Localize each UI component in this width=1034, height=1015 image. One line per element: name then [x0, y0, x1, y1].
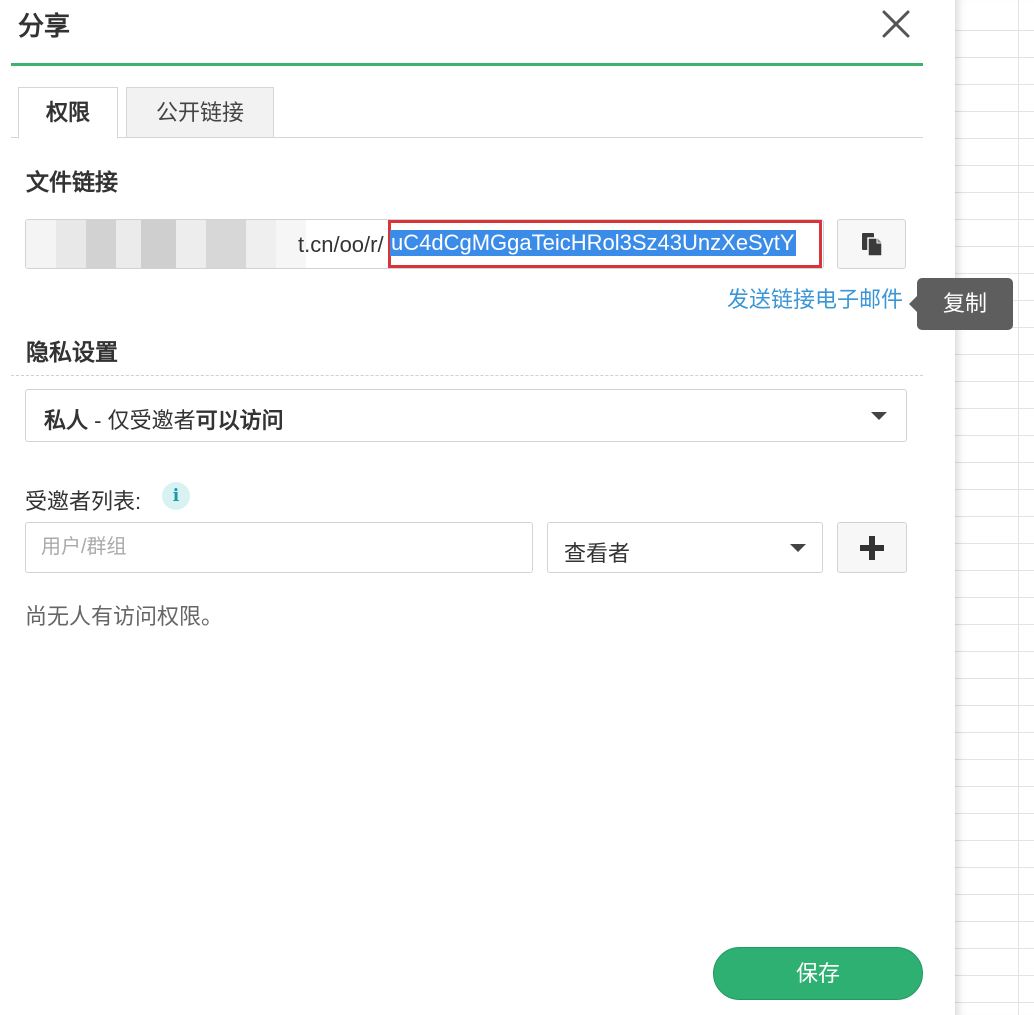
privacy-dropdown[interactable]: 私人 - 仅受邀者可以访问 [25, 389, 907, 442]
copy-button[interactable] [837, 219, 906, 269]
file-link-heading: 文件链接 [26, 169, 118, 195]
plus-icon [860, 535, 884, 560]
privacy-selected-value: 私人 - 仅受邀者可以访问 [44, 408, 284, 433]
blurred-url-part [26, 220, 306, 268]
chevron-down-icon [790, 544, 806, 552]
save-button[interactable]: 保存 [713, 947, 923, 1000]
url-selected-text[interactable]: uC4dCgMGgaTeicHRol3Sz43UnzXeSytY [390, 230, 796, 256]
spreadsheet-background [955, 0, 1034, 1015]
role-selected-value: 查看者 [564, 541, 631, 566]
close-button[interactable] [878, 6, 914, 42]
tab-bar: 权限 公开链接 [11, 87, 923, 139]
copy-tooltip: 复制 [909, 278, 1013, 330]
title-divider [11, 63, 923, 66]
url-prefix: t.cn/oo/r/ [298, 232, 384, 257]
tab-permissions[interactable]: 权限 [18, 87, 118, 139]
share-dialog: 分享 权限 公开链接 文件链接 t.cn/oo/r/ uC4dCgMGgaTei… [0, 0, 1013, 1015]
invitee-list-label: 受邀者列表: [25, 489, 142, 514]
copy-icon [861, 233, 883, 257]
dialog-title: 分享 [18, 11, 71, 41]
chevron-down-icon [871, 412, 887, 420]
add-invitee-button[interactable] [837, 522, 907, 573]
file-link-field[interactable]: t.cn/oo/r/ uC4dCgMGgaTeicHRol3Sz43UnzXeS… [25, 219, 824, 269]
no-access-message: 尚无人有访问权限。 [25, 604, 224, 629]
close-icon [882, 10, 910, 38]
user-group-input[interactable] [25, 522, 533, 573]
tab-public-link[interactable]: 公开链接 [126, 87, 274, 138]
privacy-heading: 隐私设置 [26, 339, 118, 365]
role-dropdown[interactable]: 查看者 [547, 522, 823, 573]
send-link-email[interactable]: 发送链接电子邮件 [727, 282, 903, 314]
info-icon[interactable]: i [162, 482, 190, 510]
privacy-divider [11, 375, 923, 376]
